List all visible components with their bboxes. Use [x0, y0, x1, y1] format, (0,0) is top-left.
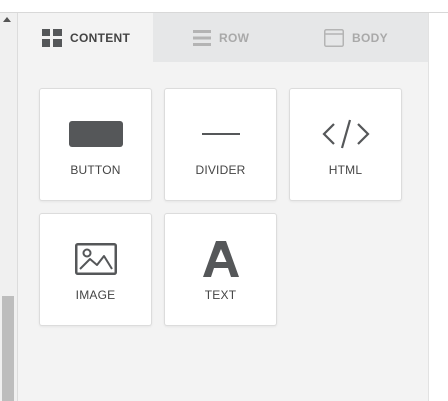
block-image[interactable]: IMAGE	[39, 213, 152, 326]
right-edge	[428, 13, 448, 401]
text-icon	[165, 239, 276, 279]
block-divider[interactable]: DIVIDER	[164, 88, 277, 201]
block-label: BUTTON	[70, 163, 121, 177]
tab-bar: CONTENT ROW BODY	[18, 13, 428, 62]
scrollbar[interactable]	[0, 13, 18, 401]
block-label: TEXT	[204, 288, 237, 302]
button-icon	[40, 114, 151, 154]
grid-icon	[42, 28, 62, 47]
tab-content[interactable]: CONTENT	[18, 13, 153, 62]
block-label: HTML	[328, 163, 363, 177]
tab-row-label: ROW	[219, 30, 250, 45]
scroll-up-arrow-icon[interactable]	[3, 17, 11, 22]
block-html[interactable]: HTML	[289, 88, 402, 201]
content-panel: CONTENT ROW BODY BUTTON DIVIDER HTML IMA…	[18, 13, 428, 401]
top-border	[0, 0, 448, 13]
tab-body[interactable]: BODY	[288, 13, 428, 62]
code-icon	[290, 114, 401, 154]
block-text[interactable]: TEXT	[164, 213, 277, 326]
tab-body-label: BODY	[352, 30, 388, 45]
scroll-thumb[interactable]	[2, 296, 14, 401]
image-icon	[40, 239, 151, 279]
block-label: DIVIDER	[195, 163, 246, 177]
rows-icon	[193, 29, 211, 46]
divider-icon	[165, 114, 276, 154]
block-label: IMAGE	[75, 288, 116, 302]
block-button[interactable]: BUTTON	[39, 88, 152, 201]
tab-row[interactable]: ROW	[153, 13, 288, 62]
tab-content-label: CONTENT	[70, 30, 131, 45]
window-icon	[324, 28, 344, 47]
